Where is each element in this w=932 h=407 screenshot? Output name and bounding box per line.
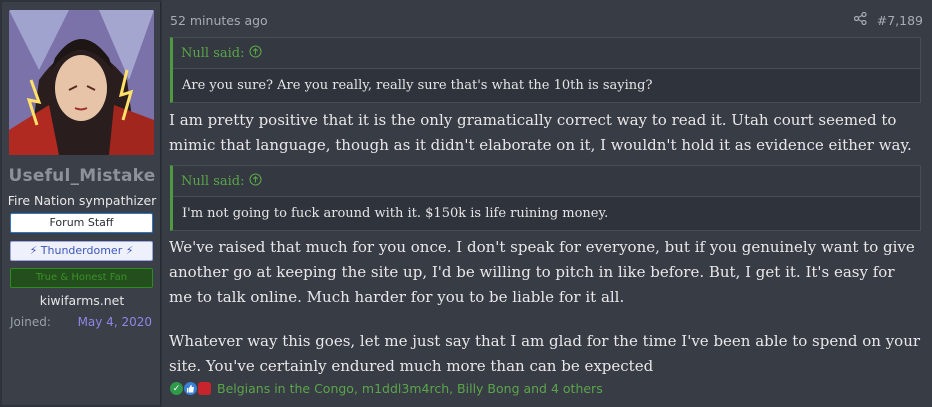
joined-date: May 4, 2020 <box>77 315 152 329</box>
reactions-bar[interactable]: ✓ Belgians in the Congo, m1ddl3m4rch, Bi… <box>170 381 603 396</box>
post-paragraph-1: I am pretty positive that it is the only… <box>169 111 912 154</box>
banner-forum-staff: Forum Staff <box>10 213 153 233</box>
quote-author[interactable]: Null said: <box>181 174 244 189</box>
quote-block-1: Null said: Are you sure? Are you really,… <box>170 37 921 103</box>
arrow-up-icon[interactable] <box>249 44 263 62</box>
quote-block-2: Null said: I'm not going to fuck around … <box>170 165 921 231</box>
quote-header[interactable]: Null said: <box>173 38 920 69</box>
avatar[interactable] <box>9 10 154 155</box>
quote-text: Are you sure? Are you really, really sur… <box>182 78 653 93</box>
username[interactable]: Useful_Mistake <box>2 166 162 186</box>
post-main: 52 minutes ago #7,189 Null said: Are you… <box>162 0 932 407</box>
banner-thunderdomer: ⚡ Thunderdomer ⚡ <box>10 241 153 261</box>
quote-header[interactable]: Null said: <box>173 166 920 197</box>
checkmark-reaction-icon: ✓ <box>170 382 183 395</box>
arrow-up-icon[interactable] <box>249 172 263 190</box>
user-title: Fire Nation sympathizer <box>7 193 157 208</box>
post-meta-right: #7,189 <box>853 11 923 28</box>
thumbs-up-reaction-icon <box>184 382 197 395</box>
joined-label: Joined: <box>10 315 51 329</box>
reaction-users[interactable]: Belgians in the Congo, m1ddl3m4rch, Bill… <box>217 381 603 396</box>
banner-true-honest-fan: True & Honest Fan <box>10 268 153 288</box>
quote-author[interactable]: Null said: <box>181 46 244 61</box>
post-paragraph-3: Whatever way this goes, let me just say … <box>169 332 921 375</box>
forum-post: Useful_Mistake Fire Nation sympathizer F… <box>0 0 932 407</box>
red-reaction-icon <box>198 382 211 395</box>
post-paragraph-2: We've raised that much for you once. I d… <box>169 238 915 306</box>
user-sidebar: Useful_Mistake Fire Nation sympathizer F… <box>2 2 161 405</box>
post-number[interactable]: #7,189 <box>877 13 923 28</box>
user-site: kiwifarms.net <box>39 293 125 308</box>
share-icon[interactable] <box>853 11 867 28</box>
quote-text: I'm not going to fuck around with it. $1… <box>182 206 609 221</box>
post-time[interactable]: 52 minutes ago <box>170 13 268 28</box>
